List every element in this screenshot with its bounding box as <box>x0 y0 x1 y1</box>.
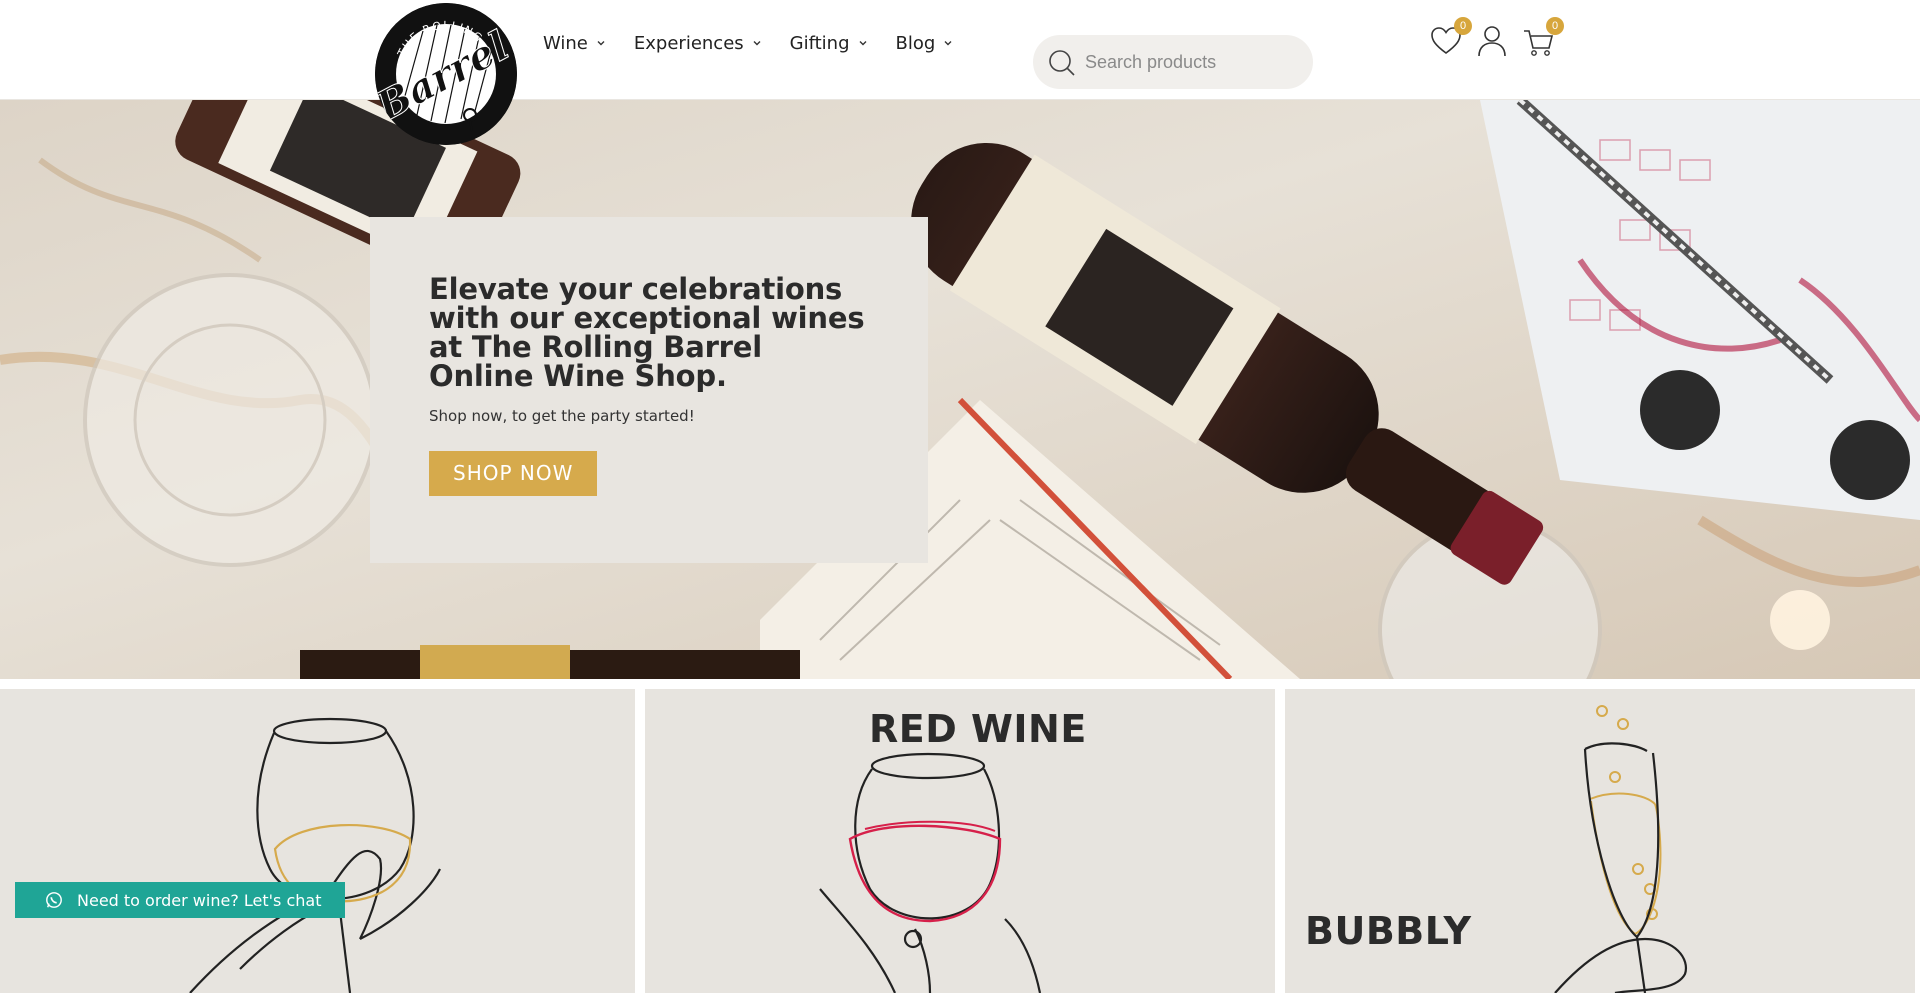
cart-count-badge: 0 <box>1546 17 1564 35</box>
nav-item-label: Gifting <box>789 32 850 54</box>
hero-card: Elevate your celebrations with our excep… <box>370 217 928 563</box>
account-button[interactable] <box>1476 24 1508 58</box>
nav-item-blog[interactable]: Blog <box>896 28 954 58</box>
nav-item-label: Experiences <box>633 32 744 54</box>
search-bar <box>1033 35 1313 89</box>
wishlist-button[interactable]: 0 <box>1430 17 1472 58</box>
cart-button[interactable]: 0 <box>1522 17 1564 58</box>
hero-background-image <box>0 100 1920 679</box>
white-wine-glass-illustration <box>189 717 441 993</box>
whatsapp-icon <box>46 892 62 908</box>
tile-label: BUBBLY <box>1305 909 1472 953</box>
hero-title: Elevate your celebrations with our excep… <box>429 272 865 393</box>
chevron-down-icon <box>859 41 867 46</box>
category-tiles: RED WINE BUBBLY <box>0 689 1920 993</box>
chevron-down-icon <box>944 41 952 46</box>
category-tile-red-wine[interactable]: RED WINE <box>645 689 1275 993</box>
nav-item-experiences[interactable]: Experiences <box>634 28 762 58</box>
shop-now-button[interactable]: SHOP NOW <box>429 451 598 496</box>
search-icon[interactable] <box>1047 47 1077 77</box>
site-logo[interactable]: THE ROLLING Barrel <box>375 3 517 145</box>
main-nav: Wine Experiences Gifting Blog <box>543 28 981 58</box>
category-tile-bubbly[interactable]: BUBBLY <box>1285 689 1915 993</box>
nav-item-label: Wine <box>543 32 588 54</box>
nav-item-gifting[interactable]: Gifting <box>790 28 868 58</box>
hero-banner: Elevate your celebrations with our excep… <box>0 100 1920 679</box>
hero-subtitle: Shop now, to get the party started! <box>429 407 695 425</box>
header-icons: 0 0 <box>1430 17 1564 58</box>
nav-item-label: Blog <box>895 32 936 54</box>
logo-graphic: THE ROLLING Barrel <box>375 3 517 145</box>
nav-item-wine[interactable]: Wine <box>543 28 606 58</box>
wishlist-count-badge: 0 <box>1454 17 1472 35</box>
chevron-down-icon <box>597 41 605 46</box>
category-tile-white-wine[interactable] <box>0 689 635 993</box>
chat-label: Need to order wine? Let's chat <box>77 890 322 910</box>
whatsapp-chat-button[interactable]: Need to order wine? Let's chat <box>15 882 345 918</box>
site-header: Wine Experiences Gifting Blog 0 <box>0 0 1920 100</box>
user-icon <box>1478 26 1506 57</box>
search-input[interactable] <box>1085 51 1305 73</box>
chevron-down-icon <box>753 41 761 46</box>
tile-label: RED WINE <box>869 707 1087 751</box>
